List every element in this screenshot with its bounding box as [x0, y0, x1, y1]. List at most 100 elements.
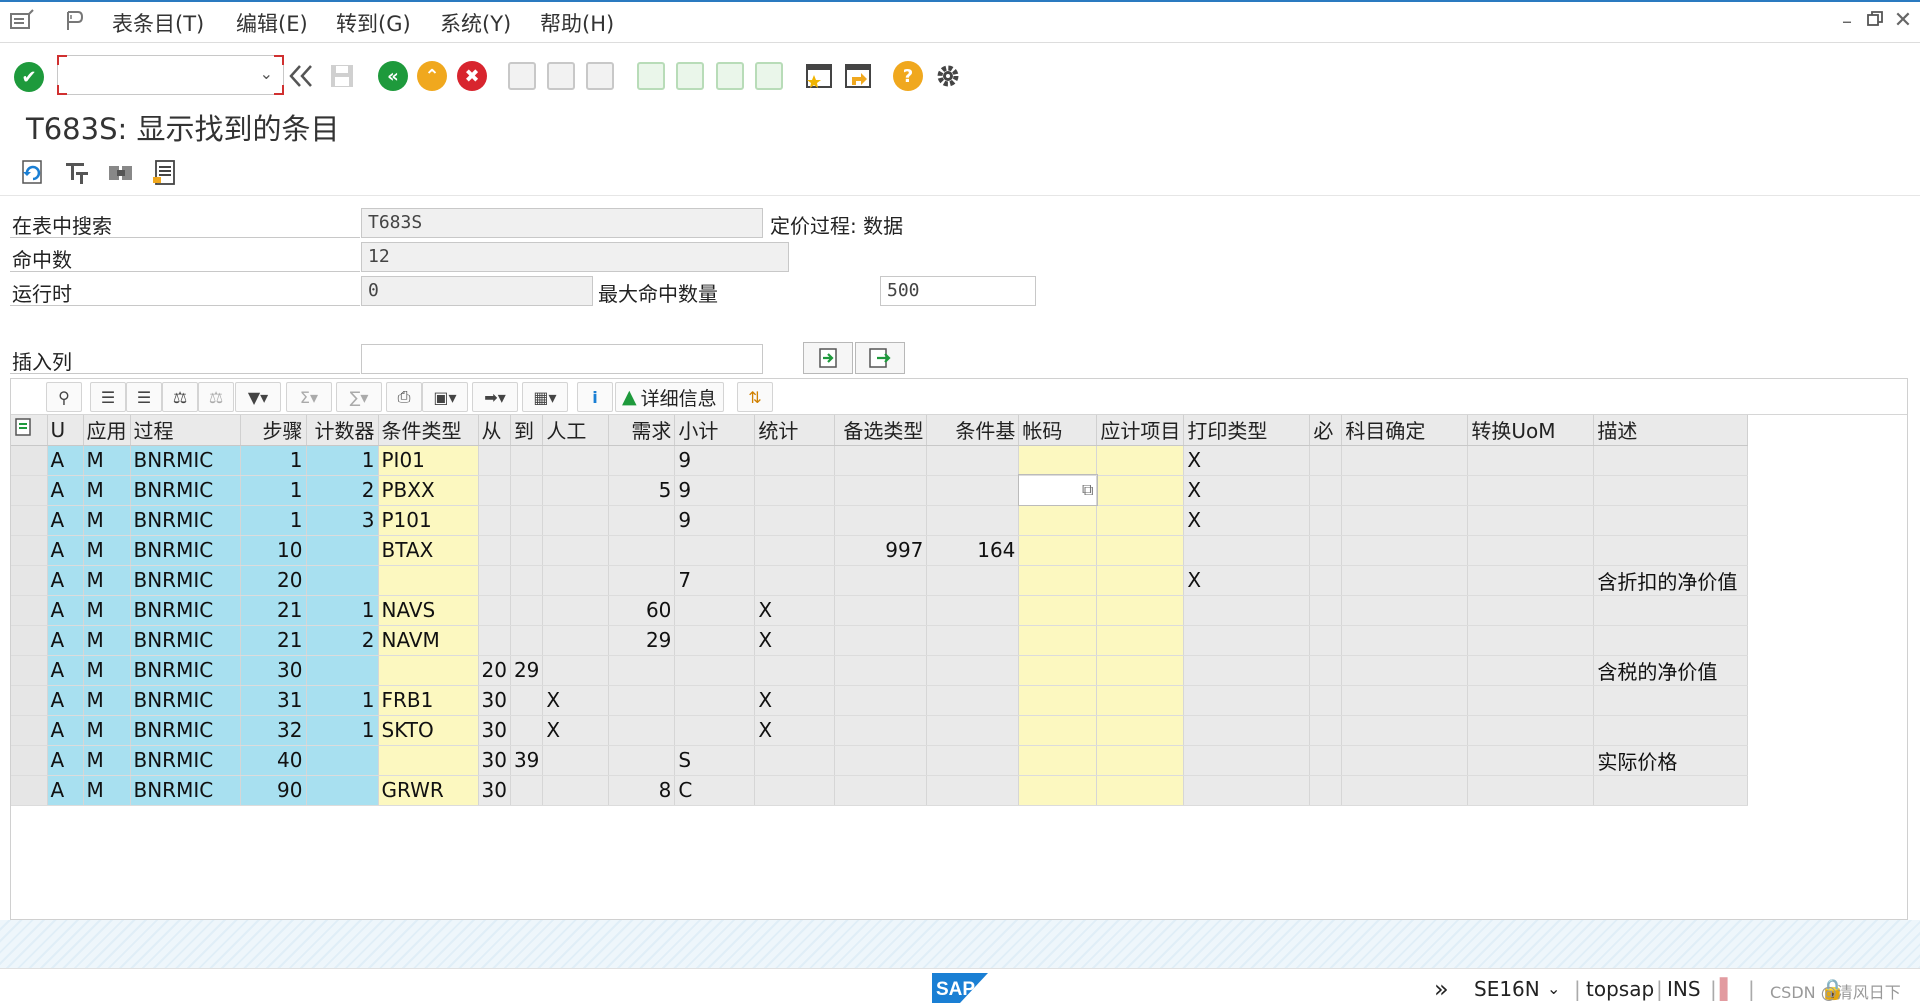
- row-selector[interactable]: [11, 715, 48, 746]
- table-cell[interactable]: [926, 505, 1020, 536]
- table-cell[interactable]: [1183, 655, 1311, 686]
- table-cell[interactable]: X: [754, 715, 836, 746]
- table-cell[interactable]: [834, 475, 928, 506]
- menu-icon[interactable]: [8, 8, 34, 34]
- table-cell[interactable]: [1467, 715, 1595, 746]
- row-selector[interactable]: [11, 655, 48, 686]
- row-selector[interactable]: [11, 685, 48, 716]
- table-cell[interactable]: [542, 445, 610, 476]
- row-selector[interactable]: [11, 625, 48, 656]
- table-cell[interactable]: [1096, 715, 1185, 746]
- table-cell[interactable]: [1096, 445, 1185, 476]
- table-row[interactable]: A M BNRMIC 32 1 SKTO 30 X X: [11, 715, 1749, 746]
- table-cell[interactable]: [510, 625, 544, 656]
- column-header[interactable]: 需求: [608, 415, 676, 446]
- table-cell[interactable]: [1309, 505, 1343, 536]
- view-icon[interactable]: ▣▾: [422, 382, 468, 412]
- table-cell[interactable]: BNRMIC: [130, 535, 241, 566]
- table-cell[interactable]: [1309, 745, 1343, 776]
- insert-column-button[interactable]: [803, 342, 853, 374]
- minimize-icon[interactable]: –: [1836, 10, 1858, 32]
- column-header[interactable]: 条件基: [926, 415, 1020, 446]
- column-header[interactable]: 备选类型: [834, 415, 928, 446]
- table-cell[interactable]: [926, 625, 1020, 656]
- table-cell[interactable]: [608, 715, 676, 746]
- table-cell[interactable]: SKTO: [378, 715, 479, 746]
- column-header[interactable]: 条件类型: [378, 415, 479, 446]
- table-cell[interactable]: X: [754, 595, 836, 626]
- table-cell[interactable]: [306, 655, 379, 686]
- table-cell[interactable]: [378, 655, 479, 686]
- table-cell[interactable]: [1593, 595, 1749, 626]
- layout-icon[interactable]: ▦▾: [522, 382, 568, 412]
- table-cell[interactable]: [1309, 625, 1343, 656]
- table-cell[interactable]: ⧉: [1017, 474, 1098, 506]
- table-cell[interactable]: [1096, 535, 1185, 566]
- table-cell[interactable]: [1183, 595, 1311, 626]
- restore-icon[interactable]: [1864, 10, 1886, 32]
- table-cell[interactable]: A: [47, 595, 84, 626]
- table-cell[interactable]: 20: [240, 565, 307, 596]
- table-cell[interactable]: [306, 565, 379, 596]
- table-cell[interactable]: BNRMIC: [130, 775, 241, 806]
- table-cell[interactable]: [1018, 655, 1098, 686]
- table-cell[interactable]: [1309, 475, 1343, 506]
- details-button[interactable]: ▲ 详细信息: [615, 382, 724, 412]
- table-cell[interactable]: [1018, 625, 1098, 656]
- technical-view-icon[interactable]: [106, 158, 136, 188]
- table-cell[interactable]: [478, 595, 511, 626]
- table-cell[interactable]: [306, 775, 379, 806]
- table-cell[interactable]: 9: [674, 505, 756, 536]
- table-cell[interactable]: X: [1183, 475, 1311, 506]
- menu-table-entry[interactable]: 表条目(T): [112, 8, 204, 38]
- column-header[interactable]: 打印类型: [1183, 415, 1311, 446]
- table-cell[interactable]: PBXX: [378, 475, 479, 506]
- table-cell[interactable]: M: [83, 505, 131, 536]
- table-cell[interactable]: [608, 565, 676, 596]
- table-cell[interactable]: [510, 565, 544, 596]
- table-cell[interactable]: A: [47, 505, 84, 536]
- close-icon[interactable]: ✕: [1892, 10, 1914, 32]
- table-cell[interactable]: BTAX: [378, 535, 479, 566]
- table-cell[interactable]: [926, 745, 1020, 776]
- table-cell[interactable]: [1018, 685, 1098, 716]
- insert-mode[interactable]: INS: [1667, 977, 1701, 1001]
- table-cell[interactable]: [1593, 685, 1749, 716]
- table-cell[interactable]: [834, 505, 928, 536]
- table-cell[interactable]: [1341, 505, 1469, 536]
- select-all-icon[interactable]: [11, 415, 48, 446]
- table-row[interactable]: A M BNRMIC 20 7 X 含折扣的净价值: [11, 565, 1749, 596]
- table-cell[interactable]: A: [47, 625, 84, 656]
- table-cell[interactable]: X: [754, 625, 836, 656]
- table-cell[interactable]: [510, 445, 544, 476]
- column-header[interactable]: 从: [478, 415, 511, 446]
- table-cell[interactable]: [542, 505, 610, 536]
- table-cell[interactable]: [1467, 655, 1595, 686]
- table-cell[interactable]: 30: [240, 655, 307, 686]
- table-cell[interactable]: M: [83, 475, 131, 506]
- table-cell[interactable]: [754, 745, 836, 776]
- sort-ascending-icon[interactable]: ☰: [90, 382, 126, 412]
- table-cell[interactable]: A: [47, 775, 84, 806]
- table-cell[interactable]: 31: [240, 685, 307, 716]
- table-cell[interactable]: [834, 595, 928, 626]
- table-row[interactable]: A M BNRMIC 21 2 NAVM 29 X: [11, 625, 1749, 656]
- table-cell[interactable]: A: [47, 655, 84, 686]
- table-cell[interactable]: [510, 475, 544, 506]
- table-cell[interactable]: [1467, 625, 1595, 656]
- table-cell[interactable]: X: [1183, 445, 1311, 476]
- menu-help[interactable]: 帮助(H): [540, 8, 614, 38]
- table-cell[interactable]: A: [47, 685, 84, 716]
- table-cell[interactable]: [1341, 445, 1469, 476]
- table-row[interactable]: A M BNRMIC 21 1 NAVS 60 X: [11, 595, 1749, 626]
- menu-edit[interactable]: 编辑(E): [236, 8, 308, 38]
- selection-criteria-icon[interactable]: [62, 158, 92, 188]
- table-cell[interactable]: [1593, 715, 1749, 746]
- table-cell[interactable]: [1183, 745, 1311, 776]
- table-cell[interactable]: 含折扣的净价值: [1593, 565, 1749, 596]
- table-cell[interactable]: [1341, 685, 1469, 716]
- table-row[interactable]: A M BNRMIC 1 1 PI01 9 X: [11, 445, 1749, 476]
- table-cell[interactable]: X: [542, 685, 610, 716]
- table-cell[interactable]: [1467, 775, 1595, 806]
- chevron-down-icon[interactable]: ⌄: [260, 64, 273, 83]
